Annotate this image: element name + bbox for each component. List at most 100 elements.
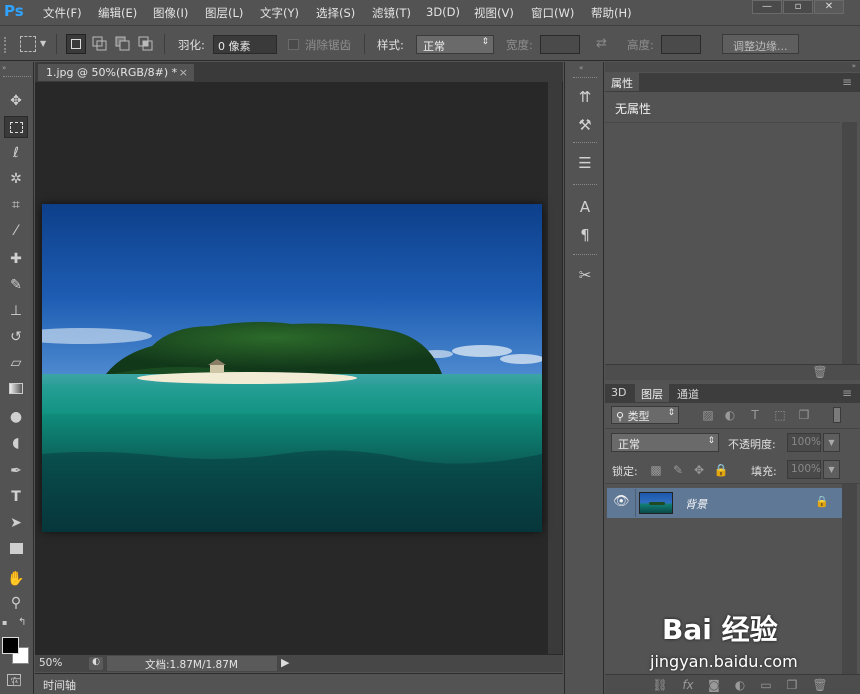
timeline-panel-tab[interactable]: 时间轴 [35, 673, 563, 694]
collapse-icon[interactable]: » [2, 64, 32, 72]
filter-shape-icon[interactable]: ⬚ [771, 407, 789, 423]
tab-layers[interactable]: 图层 [635, 384, 669, 402]
history-panel-icon[interactable]: ⇈ [574, 86, 596, 108]
adjustment-layer-icon[interactable]: ◐ [731, 677, 749, 693]
lock-image-icon[interactable]: ✎ [669, 462, 687, 478]
layer-row[interactable]: 👁 背景 🔒 [607, 488, 842, 518]
layers-scrollbar[interactable] [842, 484, 857, 674]
add-selection-icon[interactable] [92, 36, 108, 52]
foreground-color-swatch[interactable] [2, 637, 19, 654]
menu-filter[interactable]: 滤镜(T) [372, 5, 411, 21]
menu-layer[interactable]: 图层(L) [205, 5, 243, 21]
document-tab[interactable]: 1.jpg @ 50%(RGB/8#) * × [38, 64, 194, 81]
panel-menu-icon[interactable]: ≡ [838, 74, 856, 90]
filter-adjustment-icon[interactable]: ◐ [721, 407, 739, 423]
default-colors-icon[interactable]: ▪ [2, 618, 12, 628]
blend-mode-select[interactable]: 正常 ⇕ [611, 433, 719, 452]
magic-wand-icon[interactable]: ✲ [4, 168, 28, 190]
delete-layer-icon[interactable]: 🗑 [811, 677, 829, 693]
zoom-level[interactable]: 50% [39, 657, 62, 669]
swap-colors-icon[interactable]: ↰ [18, 617, 26, 628]
tab-properties[interactable]: 属性 [605, 73, 639, 91]
trash-icon[interactable]: 🗑 [811, 364, 829, 380]
blur-icon[interactable]: ● [4, 406, 28, 428]
lock-transparent-icon[interactable]: ▩ [647, 462, 665, 478]
rectangle-icon[interactable] [4, 538, 28, 560]
tab-channels[interactable]: 通道 [671, 384, 705, 402]
character-panel-icon[interactable]: A [574, 196, 596, 218]
menu-3d[interactable]: 3D(D) [426, 5, 460, 19]
menu-edit[interactable]: 编辑(E) [98, 5, 137, 21]
collapse-panels-icon[interactable]: » [852, 62, 856, 70]
refine-edge-button[interactable]: 调整边缘... [722, 34, 799, 54]
document-canvas[interactable] [42, 204, 542, 532]
hand-icon[interactable]: ✋ [4, 568, 28, 590]
adjustments-panel-icon[interactable]: ⚒ [574, 114, 596, 136]
paragraph-panel-icon[interactable]: ¶ [574, 224, 596, 246]
filter-type-icon[interactable]: T [746, 407, 764, 423]
gradient-icon[interactable] [4, 378, 28, 400]
menu-view[interactable]: 视图(V) [474, 5, 514, 21]
fill-dropdown-icon[interactable]: ▼ [823, 460, 840, 479]
filter-toggle[interactable] [833, 407, 841, 423]
properties-scrollbar[interactable] [842, 122, 857, 366]
eye-icon[interactable]: 👁 [613, 494, 630, 509]
opacity-dropdown-icon[interactable]: ▼ [823, 433, 840, 452]
menu-help[interactable]: 帮助(H) [591, 5, 632, 21]
menu-window[interactable]: 窗口(W) [531, 5, 574, 21]
status-info-icon[interactable]: ◐ [89, 657, 103, 670]
panel-menu-icon[interactable]: ≡ [838, 385, 856, 401]
pen-icon[interactable]: ✒ [4, 460, 28, 482]
menu-image[interactable]: 图像(I) [153, 5, 188, 21]
brush-icon[interactable]: ✎ [4, 274, 28, 296]
path-selection-icon[interactable]: ➤ [4, 512, 28, 534]
lasso-icon[interactable]: ℓ [4, 142, 28, 164]
expand-dock-icon[interactable]: « [579, 64, 583, 72]
minimize-button[interactable]: — [752, 0, 782, 14]
close-button[interactable]: ✕ [814, 0, 844, 14]
layer-style-icon[interactable]: fx [679, 677, 697, 693]
intersect-selection-icon[interactable] [138, 36, 154, 52]
subtract-selection-icon[interactable] [115, 36, 131, 52]
filter-pixel-icon[interactable]: ▨ [699, 407, 717, 423]
status-menu-arrow-icon[interactable]: ▶ [281, 656, 289, 669]
type-icon[interactable]: T [4, 486, 28, 508]
brush-presets-icon[interactable]: ✂ [574, 264, 596, 286]
marquee-icon[interactable] [4, 116, 28, 138]
fill-input[interactable]: 100% [787, 460, 821, 479]
eyedropper-icon[interactable]: ⁄ [4, 220, 28, 242]
layer-filter-select[interactable]: ⚲ 类型 ⇕ [611, 406, 679, 424]
maximize-button[interactable]: ▫ [783, 0, 813, 14]
link-layers-icon[interactable]: ⛓ [651, 677, 669, 693]
chevron-down-icon[interactable]: ▼ [40, 39, 46, 48]
eraser-icon[interactable]: ▱ [4, 352, 28, 374]
feather-input[interactable]: 0 像素 [213, 35, 277, 54]
width-input[interactable] [540, 35, 580, 54]
opacity-input[interactable]: 100% [787, 433, 821, 452]
layer-name[interactable]: 背景 [685, 496, 707, 512]
tool-presets-icon[interactable]: ☰ [574, 152, 596, 174]
new-group-icon[interactable]: ▭ [757, 677, 775, 693]
new-layer-icon[interactable]: ❐ [783, 677, 801, 693]
clone-stamp-icon[interactable]: ⊥ [4, 300, 28, 322]
filter-smart-object-icon[interactable]: ❐ [795, 407, 813, 423]
layer-mask-icon[interactable]: ◙ [705, 677, 723, 693]
vertical-scrollbar[interactable] [548, 82, 562, 654]
menu-type[interactable]: 文字(Y) [260, 5, 299, 21]
healing-brush-icon[interactable]: ✚ [4, 248, 28, 270]
tab-3d[interactable]: 3D [605, 384, 632, 402]
lock-all-icon[interactable]: 🔒 [712, 462, 730, 478]
antialias-checkbox[interactable] [288, 39, 299, 50]
style-select[interactable]: 正常 ⇕ [416, 35, 494, 54]
lock-position-icon[interactable]: ✥ [690, 462, 708, 478]
close-tab-icon[interactable]: × [179, 66, 188, 79]
dodge-icon[interactable]: ◖ [4, 432, 28, 454]
swap-icon[interactable]: ⇄ [596, 36, 607, 51]
screen-mode-icon[interactable]: ⊡ [2, 672, 32, 692]
menu-file[interactable]: 文件(F) [43, 5, 82, 21]
crop-icon[interactable]: ⌗ [4, 194, 28, 216]
marquee-preset-icon[interactable] [20, 36, 36, 52]
height-input[interactable] [661, 35, 701, 54]
menu-select[interactable]: 选择(S) [316, 5, 355, 21]
history-brush-icon[interactable]: ↺ [4, 326, 28, 348]
